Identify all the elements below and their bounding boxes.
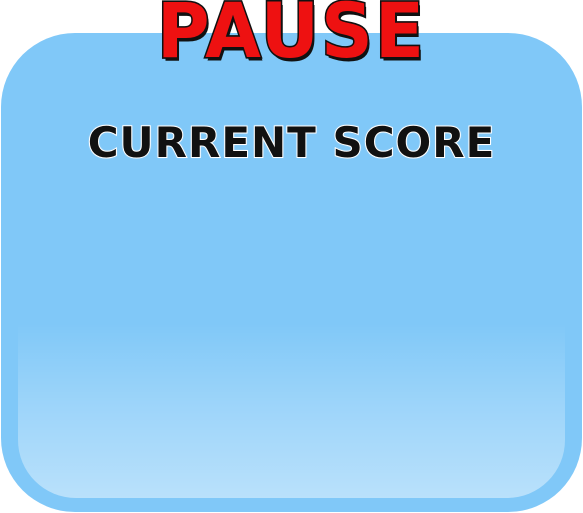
- pause-title: PAUSE: [155, 0, 427, 76]
- pause-screen: PAUSE CURRENT SCORE: [0, 0, 583, 513]
- pause-panel: [1, 33, 582, 512]
- current-score-label: CURRENT SCORE: [87, 117, 496, 168]
- panel-sheen: [18, 323, 565, 498]
